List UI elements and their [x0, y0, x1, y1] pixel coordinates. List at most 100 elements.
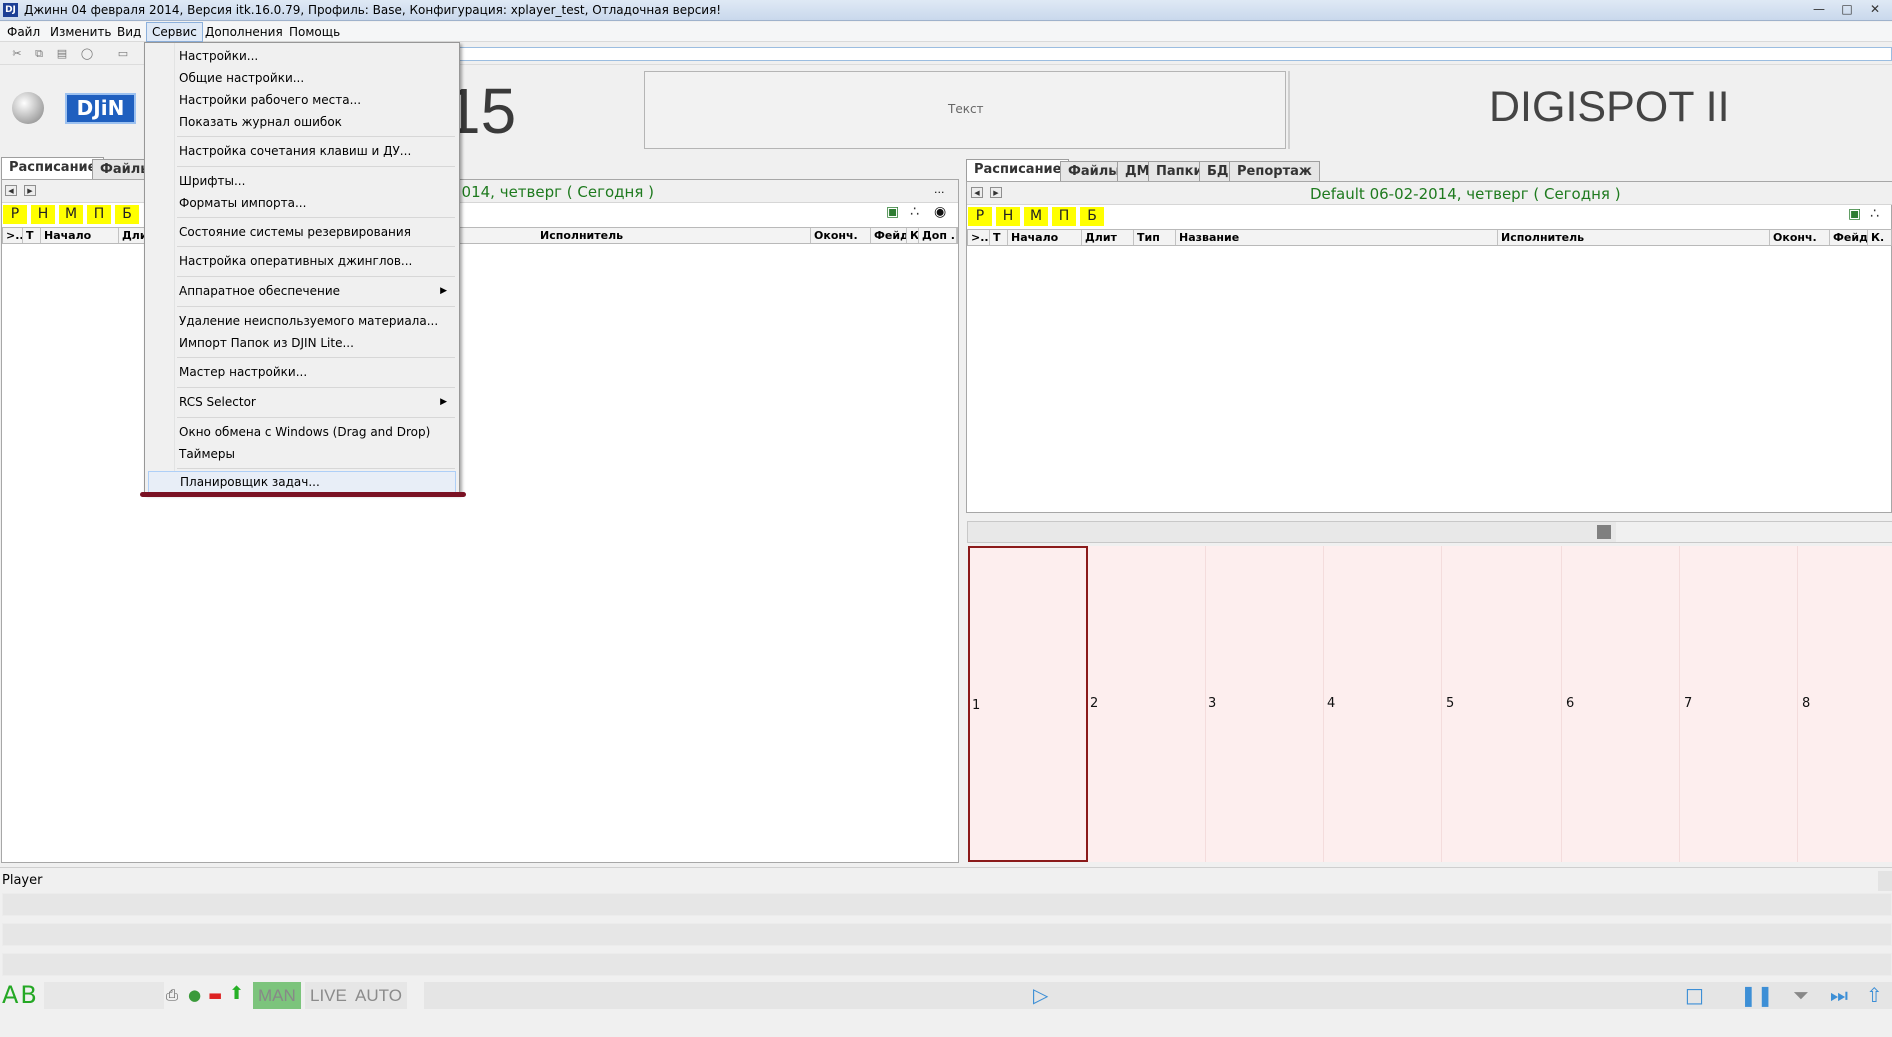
right-prev-day-icon[interactable]: ◀	[971, 187, 983, 198]
menu-item-error-log[interactable]: Показать журнал ошибок	[179, 111, 342, 133]
cart-cell-1[interactable]: 1	[968, 546, 1088, 862]
right-col-duration[interactable]: Длит	[1082, 230, 1134, 245]
menu-item-fonts[interactable]: Шрифты...	[179, 170, 245, 192]
right-quick-p[interactable]: П	[1052, 207, 1076, 226]
right-col-artist[interactable]: Исполнитель	[1498, 230, 1770, 245]
menu-item-settings[interactable]: Настройки...	[179, 45, 258, 67]
left-col-type[interactable]: Т	[23, 228, 41, 243]
mode-auto-button[interactable]: AUTO	[350, 982, 407, 1009]
cart-cell-7[interactable]: 7	[1680, 546, 1798, 862]
copy-icon[interactable]: ⧉	[32, 47, 46, 60]
menu-item-hardware[interactable]: Аппаратное обеспечение ▶	[179, 280, 457, 302]
player-row-1[interactable]	[2, 893, 1892, 916]
left-cluster-icon[interactable]: ∴	[910, 204, 919, 220]
cart-cell-4[interactable]: 4	[1324, 546, 1442, 862]
right-next-day-icon[interactable]: ▶	[990, 187, 1002, 198]
menu-item-setup-wizard[interactable]: Мастер настройки...	[179, 361, 307, 383]
menu-item-import-djin-lite[interactable]: Импорт Папок из DJIN Lite...	[179, 332, 354, 354]
menu-file[interactable]: Файл	[2, 22, 45, 42]
right-col-fade[interactable]: Фейд	[1830, 230, 1868, 245]
left-quick-n[interactable]: Н	[31, 205, 55, 224]
player-row-3[interactable]	[2, 953, 1892, 976]
left-binoculars-icon[interactable]: ◉	[934, 204, 946, 220]
left-col-fade[interactable]: Фейд	[871, 228, 907, 243]
menu-item-workstation-settings[interactable]: Настройки рабочего места...	[179, 89, 361, 111]
right-col-k[interactable]: К.	[1868, 230, 1892, 245]
menu-item-jingles[interactable]: Настройка оперативных джинглов...	[179, 250, 412, 272]
right-col-title[interactable]: Название	[1176, 230, 1498, 245]
right-col-start[interactable]: Начало	[1008, 230, 1082, 245]
player-scroll-handle[interactable]	[1878, 871, 1892, 891]
menu-item-backup-status[interactable]: Состояние системы резервирования	[179, 221, 411, 243]
left-quick-p[interactable]: П	[87, 205, 111, 224]
right-cluster-icon[interactable]: ∴	[1870, 206, 1879, 222]
left-quick-m[interactable]: М	[59, 205, 83, 224]
right-tab-report[interactable]: Репортаж	[1229, 161, 1320, 181]
left-prev-day-icon[interactable]: ◀	[5, 185, 17, 196]
menu-edit[interactable]: Изменить	[45, 22, 117, 42]
paste-icon[interactable]: ▤	[55, 47, 69, 60]
maximize-icon[interactable]: □	[1834, 1, 1860, 18]
menu-help[interactable]: Помощь	[284, 22, 345, 42]
right-tab-schedule[interactable]: Расписание	[966, 159, 1070, 181]
right-col-type[interactable]: Т	[990, 230, 1008, 245]
left-col-arrow[interactable]: >...	[3, 228, 23, 243]
right-quick-m[interactable]: М	[1024, 207, 1048, 226]
mode-live-button[interactable]: LIVE	[305, 982, 352, 1009]
minimize-icon[interactable]: —	[1806, 1, 1832, 18]
right-quick-n[interactable]: Н	[996, 207, 1020, 226]
left-quick-b[interactable]: Б	[115, 205, 139, 224]
lock-icon[interactable]: ●	[188, 986, 201, 1004]
close-icon[interactable]: ✕	[1862, 1, 1888, 18]
left-col-end[interactable]: Оконч.	[811, 228, 871, 243]
menu-item-remove-unused[interactable]: Удаление неиспользуемого материала...	[179, 310, 438, 332]
right-col-kind[interactable]: Тип	[1134, 230, 1176, 245]
cart-cell-5[interactable]: 5	[1442, 546, 1562, 862]
find-icon[interactable]: ◯	[80, 47, 94, 60]
left-next-day-icon[interactable]: ▶	[24, 185, 36, 196]
print-icon[interactable]: ⎙	[166, 986, 178, 1004]
stop-icon[interactable]: □	[1685, 982, 1704, 1009]
cut-icon[interactable]: ✂	[10, 47, 24, 60]
left-col-k[interactable]: К.	[907, 228, 919, 243]
menu-addons[interactable]: Дополнения	[200, 22, 288, 42]
left-col-artist[interactable]: Исполнитель	[537, 228, 811, 243]
menu-view[interactable]: Вид	[112, 22, 146, 42]
page-icon[interactable]: ▭	[116, 47, 130, 60]
cart-cell-3[interactable]: 3	[1206, 546, 1324, 862]
menu-item-hotkeys[interactable]: Настройка сочетания клавиш и ДУ...	[179, 140, 411, 162]
cart-cell-6[interactable]: 6	[1562, 546, 1680, 862]
right-quick-b[interactable]: Б	[1080, 207, 1104, 226]
left-tab-schedule[interactable]: Расписание	[1, 157, 105, 179]
up-icon[interactable]: ⇧	[1866, 982, 1883, 1009]
left-monitor-icon[interactable]: ▣	[886, 204, 899, 220]
skip-next-icon[interactable]: ⏭	[1830, 982, 1848, 1009]
mode-man-button[interactable]: MAN	[253, 982, 301, 1009]
left-quick-r[interactable]: Р	[3, 205, 27, 224]
cart-cell-8[interactable]: 8	[1798, 546, 1892, 862]
red-flag-icon[interactable]: ▬	[208, 986, 222, 1004]
menu-item-task-scheduler[interactable]: Планировщик задач...	[148, 471, 456, 493]
pause-icon[interactable]: ❚❚	[1740, 982, 1774, 1009]
left-col-extra[interactable]: Доп ...	[919, 228, 957, 243]
right-monitor-icon[interactable]: ▣	[1848, 206, 1861, 222]
right-col-end[interactable]: Оконч.	[1770, 230, 1830, 245]
play-icon[interactable]: ▷	[1033, 982, 1048, 1009]
right-quick-r[interactable]: Р	[968, 207, 992, 226]
menu-item-timers[interactable]: Таймеры	[179, 443, 235, 465]
left-col-start[interactable]: Начало	[41, 228, 119, 243]
right-col-arrow[interactable]: >...	[968, 230, 990, 245]
menu-item-drag-drop[interactable]: Окно обмена с Windows (Drag and Drop)	[179, 421, 430, 443]
menu-item-import-formats[interactable]: Форматы импорта...	[179, 192, 306, 214]
eject-icon[interactable]: ⏷	[1793, 982, 1809, 1009]
left-ellipsis-button[interactable]: ...	[934, 183, 945, 196]
up-arrow-icon[interactable]: ⬆	[229, 983, 244, 1004]
menu-separator	[177, 166, 455, 167]
menu-item-general-settings[interactable]: Общие настройки...	[179, 67, 304, 89]
cart-stop-icon[interactable]	[1597, 525, 1611, 539]
player-row-2[interactable]	[2, 923, 1892, 946]
menu-service[interactable]: Сервис	[146, 22, 203, 42]
toolbar-field[interactable]	[455, 47, 1892, 61]
cart-cell-2[interactable]: 2	[1088, 546, 1206, 862]
menu-item-rcs-selector[interactable]: RCS Selector ▶	[179, 391, 457, 413]
